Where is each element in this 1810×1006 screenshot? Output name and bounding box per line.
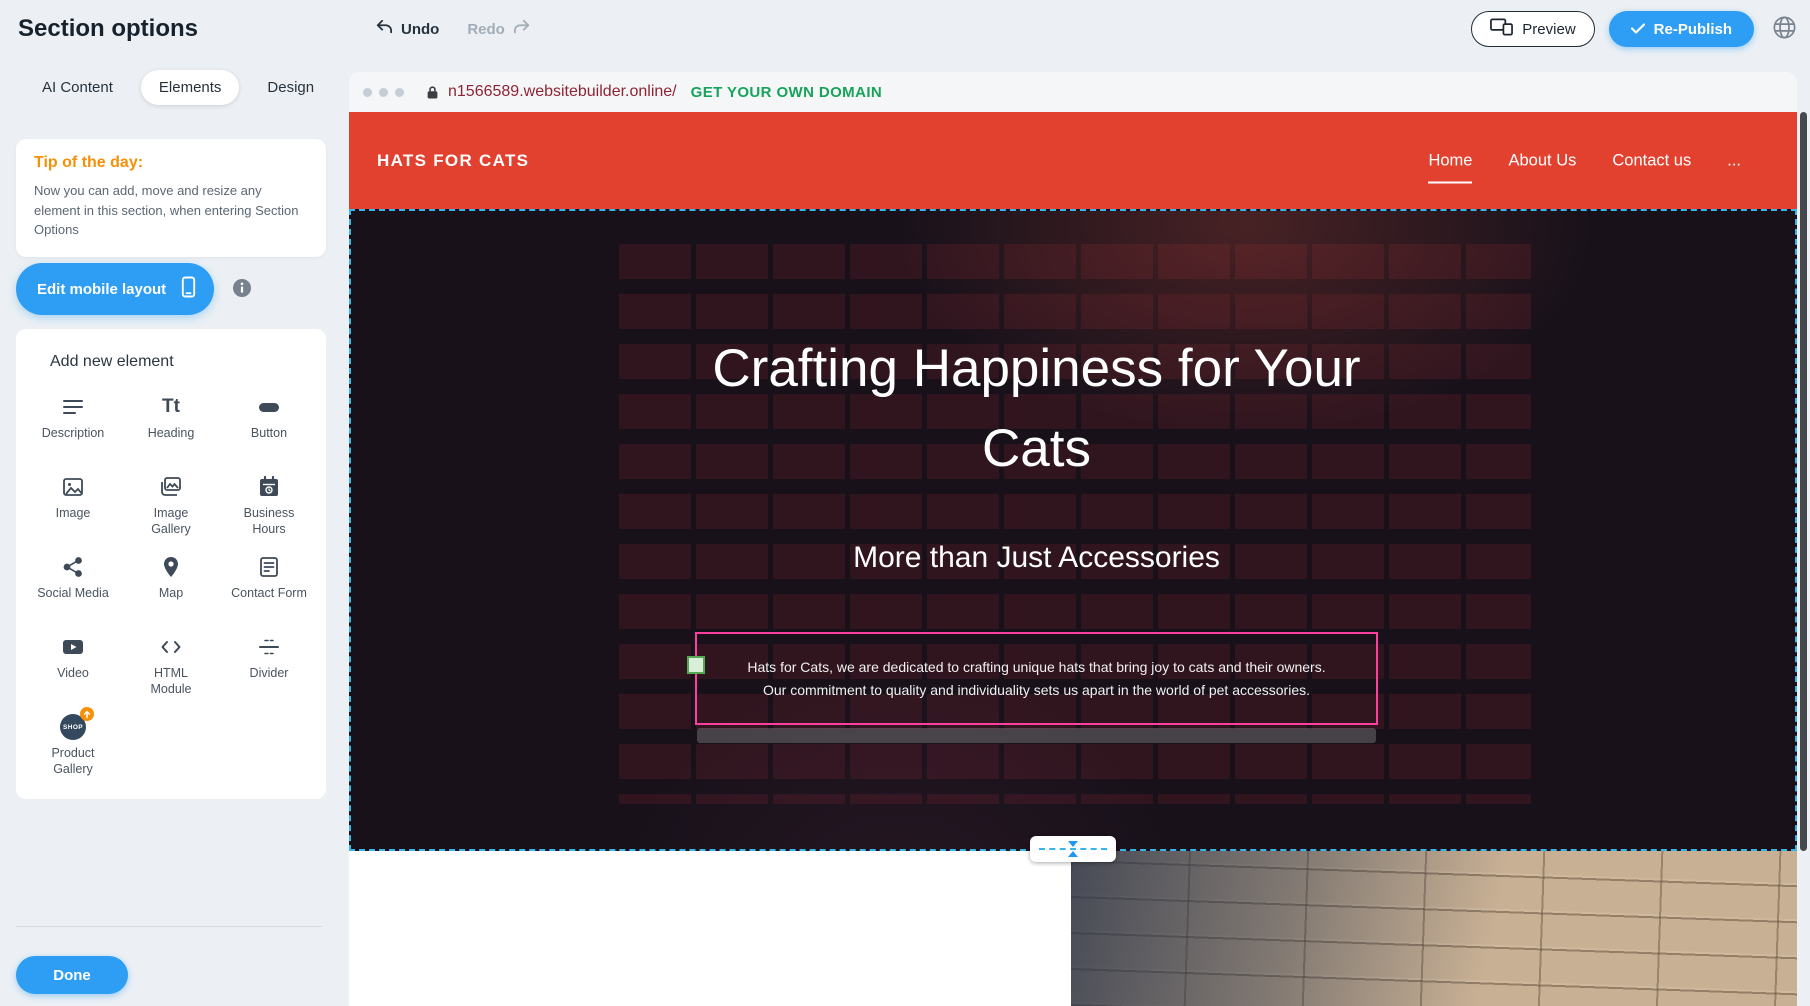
arrow-down-icon xyxy=(1068,841,1078,847)
site-nav: Home About Us Contact us ... xyxy=(1428,151,1741,170)
redo-button[interactable]: Redo xyxy=(467,19,531,39)
edit-mobile-layout-button[interactable]: Edit mobile layout xyxy=(16,263,214,315)
history-controls: Undo Redo xyxy=(375,0,531,58)
resize-handle-left[interactable] xyxy=(687,656,705,674)
button-icon xyxy=(257,393,281,421)
site-url: n1566589.websitebuilder.online/ xyxy=(448,83,677,101)
republish-label: Re-Publish xyxy=(1654,21,1732,38)
section-height-resize-handle[interactable] xyxy=(1030,836,1116,862)
globe-icon xyxy=(1771,14,1798,44)
language-button[interactable] xyxy=(1768,13,1800,45)
site-header[interactable]: HATS FOR CATS Home About Us Contact us .… xyxy=(349,112,1797,209)
element-html-module[interactable]: HTML Module xyxy=(122,625,220,705)
tip-title: Tip of the day: xyxy=(34,154,308,172)
element-video[interactable]: Video xyxy=(24,625,122,705)
add-element-title: Add new element xyxy=(24,353,318,371)
hero-heading[interactable]: Crafting Happiness for Your Cats xyxy=(707,329,1366,489)
element-shadow-bar xyxy=(697,728,1376,743)
tab-elements[interactable]: Elements xyxy=(141,70,240,105)
arrow-up-icon xyxy=(1068,851,1078,857)
browser-chrome-bar: n1566589.websitebuilder.online/ GET YOUR… xyxy=(349,72,1797,112)
image-gallery-icon xyxy=(159,473,183,501)
tab-ai-content[interactable]: AI Content xyxy=(24,70,131,105)
hero-subheading[interactable]: More than Just Accessories xyxy=(695,541,1378,575)
tab-design[interactable]: Design xyxy=(249,70,332,105)
hero-section-selected[interactable]: Crafting Happiness for Your Cats More th… xyxy=(349,209,1797,851)
site-preview-area: n1566589.websitebuilder.online/ GET YOUR… xyxy=(349,58,1797,1006)
lock-icon xyxy=(426,84,439,100)
preview-button[interactable]: Preview xyxy=(1471,11,1594,47)
element-grid: Description Tt Heading Button Ima xyxy=(24,385,318,785)
element-contact-form[interactable]: Contact Form xyxy=(220,545,318,625)
divider-icon xyxy=(257,633,281,661)
phone-icon xyxy=(179,275,198,303)
tip-card: Tip of the day: Now you can add, move an… xyxy=(16,139,326,257)
next-section xyxy=(349,851,1797,1006)
nav-home[interactable]: Home xyxy=(1428,151,1472,170)
contact-form-icon xyxy=(257,553,281,581)
republish-button[interactable]: Re-Publish xyxy=(1609,11,1754,47)
element-button[interactable]: Button xyxy=(220,385,318,465)
done-button[interactable]: Done xyxy=(16,956,128,994)
element-business-hours[interactable]: Business Hours xyxy=(220,465,318,545)
undo-button[interactable]: Undo xyxy=(375,19,439,39)
nav-more[interactable]: ... xyxy=(1727,151,1741,170)
check-icon xyxy=(1631,21,1645,38)
business-hours-icon xyxy=(257,473,281,501)
social-media-icon xyxy=(61,553,85,581)
devices-icon xyxy=(1490,18,1513,40)
redo-label: Redo xyxy=(467,21,505,38)
element-heading[interactable]: Tt Heading xyxy=(122,385,220,465)
element-image[interactable]: Image xyxy=(24,465,122,545)
element-divider[interactable]: Divider xyxy=(220,625,318,705)
info-button[interactable] xyxy=(231,278,253,300)
paragraph-element-selected[interactable]: Hats for Cats, we are dedicated to craft… xyxy=(695,632,1378,725)
website-canvas: HATS FOR CATS Home About Us Contact us .… xyxy=(349,112,1797,1006)
element-image-gallery[interactable]: Image Gallery xyxy=(122,465,220,545)
sidebar: AI Content Elements Design Tip of the da… xyxy=(0,58,348,1006)
video-icon xyxy=(61,633,85,661)
info-icon xyxy=(232,278,252,301)
upgrade-badge-icon xyxy=(80,707,94,721)
heading-icon: Tt xyxy=(162,393,180,421)
hero-paragraph-line: Our commitment to quality and individual… xyxy=(763,682,1310,698)
element-product-gallery[interactable]: SHOP Product Gallery xyxy=(24,705,122,785)
sidebar-divider xyxy=(16,926,322,927)
mobile-layout-row: Edit mobile layout xyxy=(16,263,253,315)
site-logo[interactable]: HATS FOR CATS xyxy=(377,151,529,171)
element-social-media[interactable]: Social Media xyxy=(24,545,122,625)
hero-content-column: Crafting Happiness for Your Cats More th… xyxy=(695,211,1378,849)
nav-contact-us[interactable]: Contact us xyxy=(1612,151,1691,170)
undo-label: Undo xyxy=(401,21,439,38)
tile-floor-photo xyxy=(1071,851,1797,1006)
get-domain-link[interactable]: GET YOUR OWN DOMAIN xyxy=(691,84,883,101)
element-description[interactable]: Description xyxy=(24,385,122,465)
undo-icon xyxy=(375,19,393,39)
sidebar-tabs: AI Content Elements Design xyxy=(24,70,332,105)
description-icon xyxy=(61,393,85,421)
page-title: Section options xyxy=(18,15,198,43)
add-element-panel: Add new element Description Tt Heading xyxy=(16,329,326,799)
topbar: Section options Undo Redo Preview xyxy=(0,0,1810,58)
hero-paragraph-line: Hats for Cats, we are dedicated to craft… xyxy=(747,659,1325,675)
nav-about-us[interactable]: About Us xyxy=(1508,151,1576,170)
product-gallery-icon: SHOP xyxy=(60,713,86,741)
image-icon xyxy=(61,473,85,501)
html-module-icon xyxy=(159,633,183,661)
edit-mobile-label: Edit mobile layout xyxy=(37,281,166,298)
tip-body: Now you can add, move and resize any ele… xyxy=(34,181,308,240)
preview-label: Preview xyxy=(1522,21,1575,38)
scrollbar-thumb[interactable] xyxy=(1800,112,1807,851)
topbar-actions: Preview Re-Publish xyxy=(1471,0,1800,58)
app-root: Section options Undo Redo Preview xyxy=(0,0,1810,1006)
map-icon xyxy=(159,553,183,581)
redo-icon xyxy=(513,19,531,39)
window-dots-icon xyxy=(363,88,404,97)
element-map[interactable]: Map xyxy=(122,545,220,625)
dashed-line xyxy=(1039,848,1107,850)
